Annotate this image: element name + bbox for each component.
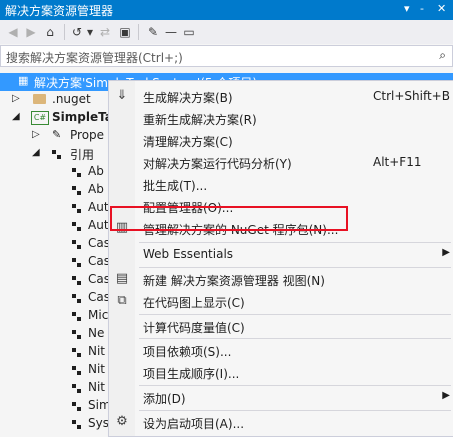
menu-item-label: 生成解决方案(B) — [143, 91, 233, 105]
menu-item-build-solution[interactable]: ⇓ 生成解决方案(B) Ctrl+Shift+B — [109, 85, 453, 107]
dropdown-arrow-icon[interactable]: ▾ — [404, 2, 410, 15]
collapse-icon[interactable]: ◢ — [32, 147, 40, 158]
tree-item-label: SimpleTa — [52, 110, 113, 124]
tree-item-label: Mic — [88, 308, 109, 322]
gear-icon: ⚙ — [116, 414, 128, 429]
menu-item-label: 添加(D) — [143, 392, 186, 406]
tree-item-label: Ne — [88, 326, 105, 340]
tree-item-label: Cas — [88, 254, 110, 268]
menu-item-show-on-code-map[interactable]: ⧉ 在代码图上显示(C) — [109, 290, 453, 312]
assembly-icon — [72, 240, 81, 249]
assembly-icon — [72, 348, 81, 357]
tree-item-label: Cas — [88, 272, 110, 286]
back-icon[interactable]: ◀ — [6, 23, 20, 40]
csharp-project-icon: C# — [31, 111, 49, 125]
tree-item-label: .nuget — [52, 92, 91, 106]
folder-icon — [33, 94, 46, 104]
search-input[interactable]: 搜索解决方案资源管理器(Ctrl+;) ⌕ — [0, 45, 453, 67]
submenu-arrow-icon: ▶ — [442, 390, 450, 401]
assembly-icon — [72, 402, 81, 411]
minus-icon[interactable]: — — [164, 23, 178, 40]
window-title: 解决方案资源管理器 — [5, 4, 114, 18]
menu-item-label: 在代码图上显示(C) — [143, 296, 245, 310]
menu-item-label: 项目依赖项(S)... — [143, 345, 232, 359]
title-bar: 解决方案资源管理器 ▾ ‐ ✕ — [0, 0, 453, 20]
menu-item-clean-solution[interactable]: 清理解决方案(C) — [109, 129, 453, 151]
menu-item-new-view[interactable]: ▤ 新建 解决方案资源管理器 视图(N) — [109, 268, 453, 290]
highlight-box — [110, 206, 348, 231]
collapse-icon[interactable]: ◢ — [12, 111, 20, 122]
reference-icon — [52, 150, 61, 159]
history-icon[interactable]: ↺ — [70, 23, 84, 40]
expand-icon[interactable]: ▷ — [32, 129, 40, 140]
menu-item-web-essentials[interactable]: Web Essentials ▶ — [109, 243, 453, 265]
search-icon[interactable]: ⌕ — [439, 48, 446, 63]
menu-item-code-metrics[interactable]: 计算代码度量值(C) — [109, 315, 453, 337]
submenu-arrow-icon: ▶ — [442, 247, 450, 258]
menu-item-build-order[interactable]: 项目生成顺序(I)... — [109, 361, 453, 383]
tree-item-label: Cas — [88, 290, 110, 304]
menu-item-label: 批生成(T)... — [143, 179, 208, 193]
solution-icon: ▦ — [18, 74, 29, 87]
tree-item-label: Sys — [88, 416, 109, 430]
assembly-icon — [72, 168, 81, 177]
expand-icon[interactable]: ▷ — [12, 93, 20, 104]
menu-item-rebuild-solution[interactable]: 重新生成解决方案(R) — [109, 107, 453, 129]
sync-icon[interactable]: ⇄ — [98, 23, 112, 40]
home-icon[interactable]: ⌂ — [42, 23, 58, 40]
menu-item-label: 对解决方案运行代码分析(Y) — [143, 157, 292, 171]
menu-item-project-dependencies[interactable]: 项目依赖项(S)... — [109, 339, 453, 361]
assembly-icon — [72, 204, 81, 213]
menu-item-label: 设为启动项目(A)... — [143, 417, 245, 431]
menu-item-label: 重新生成解决方案(R) — [143, 113, 257, 127]
assembly-icon — [72, 330, 81, 339]
menu-item-shortcut: Ctrl+Shift+B — [373, 89, 450, 103]
menu-item-set-startup[interactable]: ⚙ 设为启动项目(A)... — [109, 411, 453, 433]
tree-item-label: Prope — [70, 128, 105, 142]
properties-icon[interactable]: ✎ — [146, 23, 160, 40]
tree-item-label: 引用 — [70, 148, 95, 162]
wrench-icon: ✎ — [52, 128, 62, 141]
chevron-down-icon[interactable]: ▾ — [86, 23, 94, 40]
menu-item-code-analysis[interactable]: 对解决方案运行代码分析(Y) Alt+F11 — [109, 151, 453, 173]
assembly-icon — [72, 312, 81, 321]
context-menu: ⇓ 生成解决方案(B) Ctrl+Shift+B 重新生成解决方案(R) 清理解… — [108, 80, 453, 437]
assembly-icon — [72, 366, 81, 375]
assembly-icon — [72, 294, 81, 303]
pin-icon[interactable]: ‐ — [420, 2, 424, 15]
assembly-icon — [72, 258, 81, 267]
collapse-all-icon[interactable]: ▣ — [118, 23, 132, 40]
menu-item-label: 新建 解决方案资源管理器 视图(N) — [143, 274, 325, 288]
search-placeholder: 搜索解决方案资源管理器(Ctrl+;) — [6, 51, 183, 65]
preview-icon[interactable]: ▭ — [182, 23, 196, 40]
tree-item-label: Ab — [88, 164, 104, 178]
menu-item-add[interactable]: 添加(D) ▶ — [109, 386, 453, 408]
toolbar-separator — [138, 24, 139, 40]
forward-icon[interactable]: ▶ — [24, 23, 38, 40]
assembly-icon — [72, 222, 81, 231]
menu-item-batch-build[interactable]: 批生成(T)... — [109, 173, 453, 195]
tree-item-label: Cas — [88, 236, 110, 250]
tree-item-label: Ab — [88, 182, 104, 196]
menu-item-label: Web Essentials — [143, 247, 234, 261]
close-icon[interactable]: ✕ — [437, 2, 446, 15]
toolbar: ◀ ▶ ⌂ ↺ ▾ ⇄ ▣ ✎ — ▭ — [0, 20, 453, 44]
tree-item-label: Aut — [88, 218, 109, 232]
code-map-icon: ⧉ — [117, 293, 127, 308]
assembly-icon — [72, 276, 81, 285]
menu-item-label: 清理解决方案(C) — [143, 135, 233, 149]
toolbar-separator — [64, 24, 65, 40]
tree-item-label: Nit — [88, 380, 106, 394]
tree-item-label: Nit — [88, 344, 106, 358]
tree-item-label: Nit — [88, 362, 106, 376]
assembly-icon — [72, 420, 81, 429]
new-view-icon: ▤ — [115, 271, 129, 286]
menu-item-label: 项目生成顺序(I)... — [143, 367, 240, 381]
assembly-icon — [72, 384, 81, 393]
menu-item-label: 计算代码度量值(C) — [143, 321, 245, 335]
build-icon: ⇓ — [116, 88, 128, 103]
menu-item-shortcut: Alt+F11 — [373, 155, 422, 169]
tree-item-label: Aut — [88, 200, 109, 214]
assembly-icon — [72, 186, 81, 195]
